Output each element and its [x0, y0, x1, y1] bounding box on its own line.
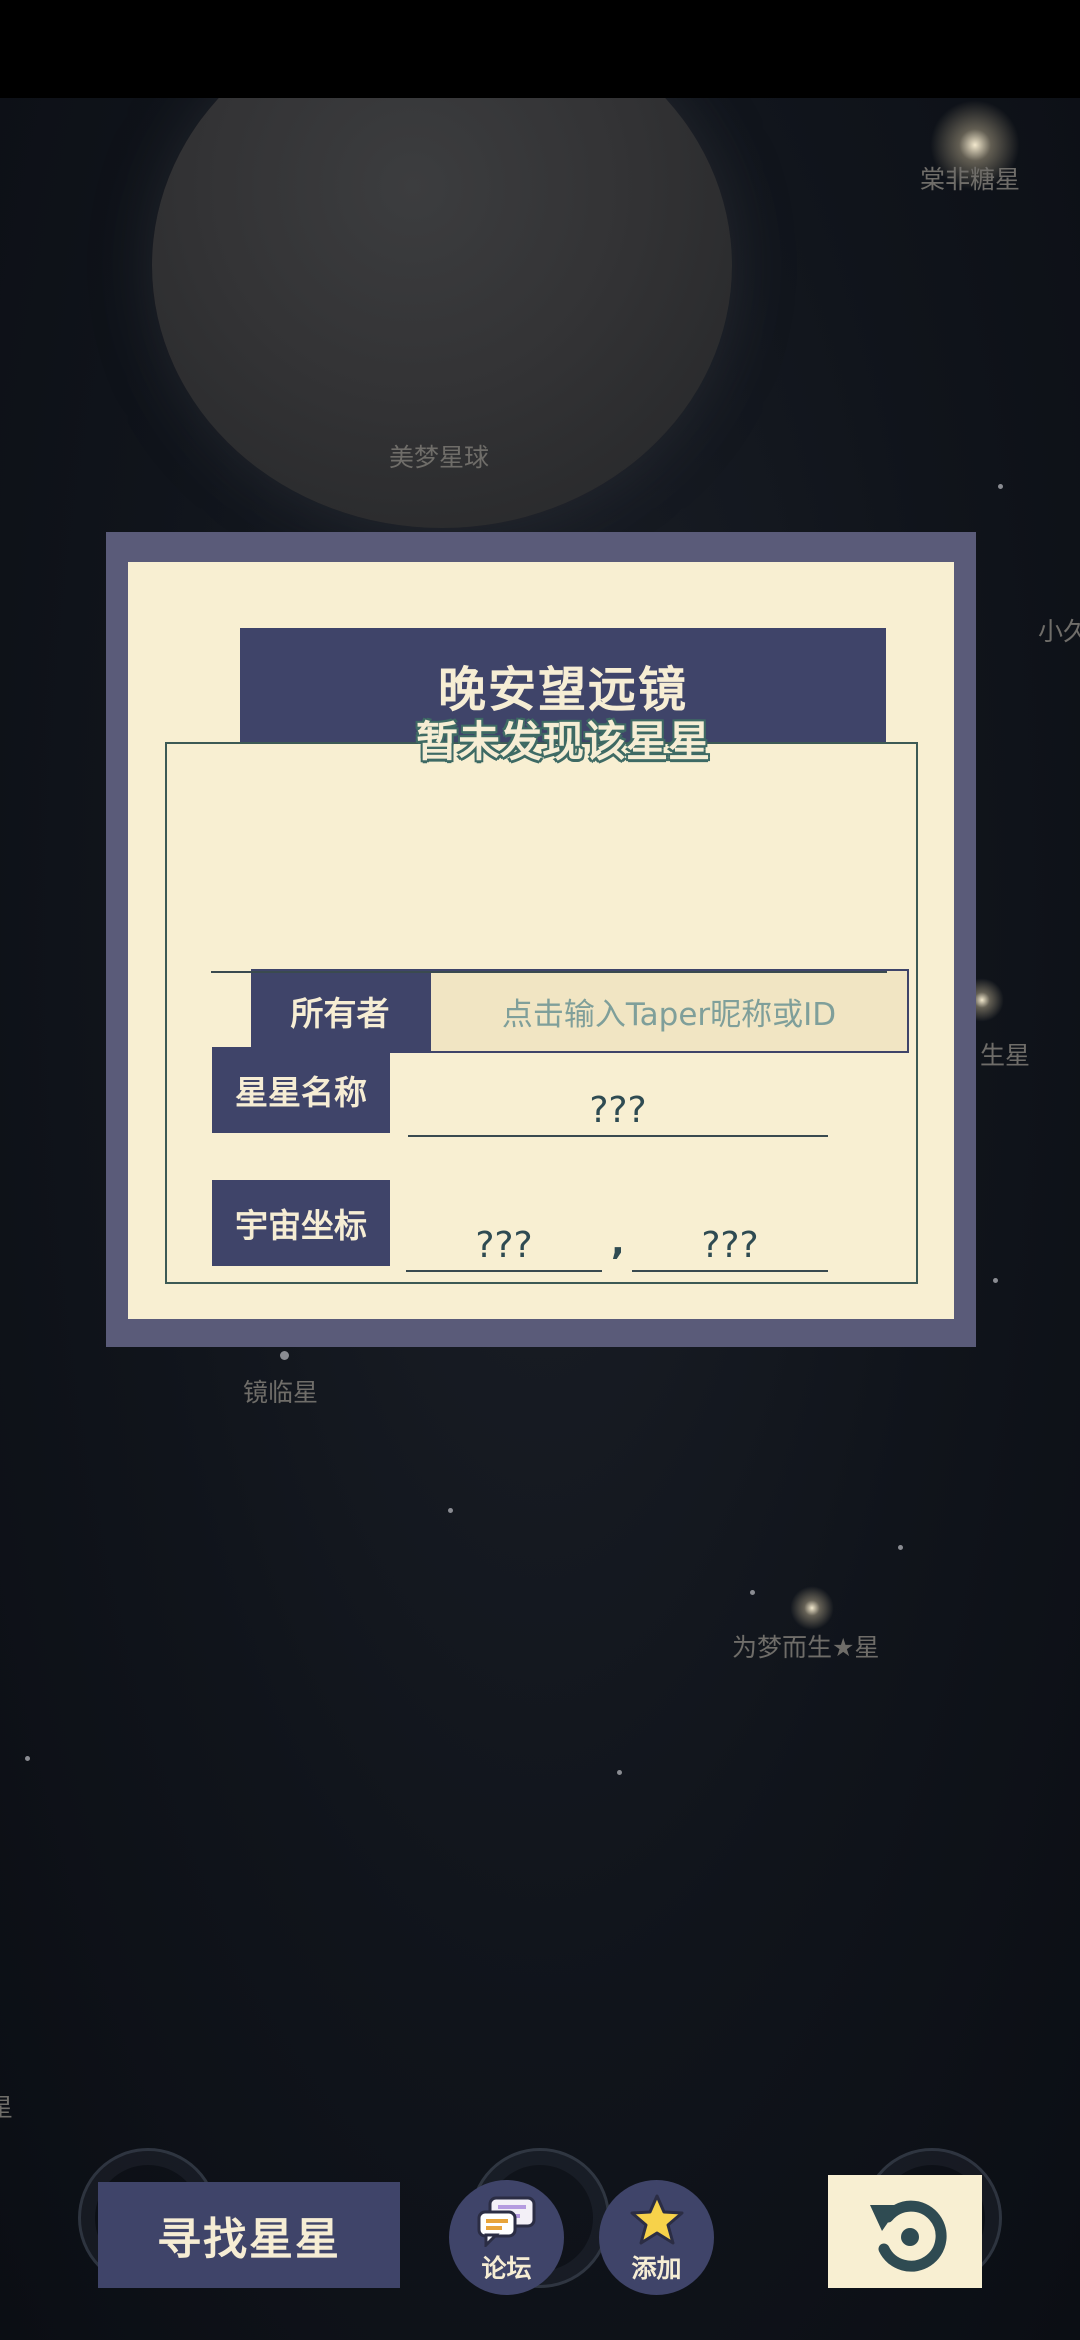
- status-bar: [0, 0, 1080, 98]
- star-dot: [898, 1545, 903, 1550]
- coords-label: 宇宙坐标: [212, 1180, 390, 1266]
- star-dot: [750, 1590, 755, 1595]
- coord-x-value: ???: [406, 1194, 602, 1272]
- chat-bubbles-icon: [477, 2196, 535, 2247]
- back-button[interactable]: [828, 2175, 982, 2288]
- star-label-dream-planet[interactable]: 美梦星球: [389, 438, 489, 474]
- star-glow: [790, 1586, 834, 1630]
- star-name-label: 星星名称: [212, 1047, 390, 1133]
- star-icon: [630, 2194, 683, 2245]
- coord-y-value: ???: [632, 1194, 828, 1272]
- add-button[interactable]: 添加: [599, 2180, 714, 2295]
- owner-input[interactable]: 点击输入Taper昵称或ID: [429, 969, 909, 1053]
- undo-arrow-icon: [870, 2200, 947, 2272]
- coord-separator: ,: [611, 1222, 625, 1263]
- telescope-dialog: 晚安望远镜 所有者 点击输入Taper昵称或ID 星星名称 ??? 宇宙坐标 ?…: [106, 532, 976, 1347]
- star-dot: [998, 484, 1003, 489]
- forum-label: 论坛: [481, 2254, 532, 2283]
- star-label-jinglin[interactable]: 镜临星: [243, 1373, 318, 1409]
- find-star-button[interactable]: 寻找星星: [98, 2182, 400, 2288]
- star-label-edge[interactable]: 星: [0, 2088, 13, 2124]
- add-label: 添加: [631, 2254, 682, 2283]
- forum-button[interactable]: 论坛: [449, 2180, 564, 2295]
- star-dot: [448, 1508, 453, 1513]
- search-result-box: 所有者 点击输入Taper昵称或ID 星星名称 ??? 宇宙坐标 ??? , ?…: [165, 742, 918, 1284]
- star-label-weimeng[interactable]: 为梦而生★星: [732, 1628, 879, 1664]
- star-dot: [993, 1278, 998, 1283]
- star-label-xiaojiu[interactable]: 小久: [1038, 612, 1080, 648]
- divider: [211, 971, 887, 973]
- star-dot: [280, 1351, 289, 1360]
- star-label-tangfei[interactable]: 棠非糖星: [920, 160, 1020, 196]
- star-name-value: ???: [408, 1059, 828, 1137]
- dialog-card: 晚安望远镜 所有者 点击输入Taper昵称或ID 星星名称 ??? 宇宙坐标 ?…: [128, 562, 954, 1319]
- star-label-sheng[interactable]: 生星: [980, 1036, 1030, 1072]
- search-status-text: 暂未发现该星星: [415, 717, 710, 766]
- star-dot: [617, 1770, 622, 1775]
- star-dot: [25, 1756, 30, 1761]
- owner-label: 所有者: [251, 969, 429, 1053]
